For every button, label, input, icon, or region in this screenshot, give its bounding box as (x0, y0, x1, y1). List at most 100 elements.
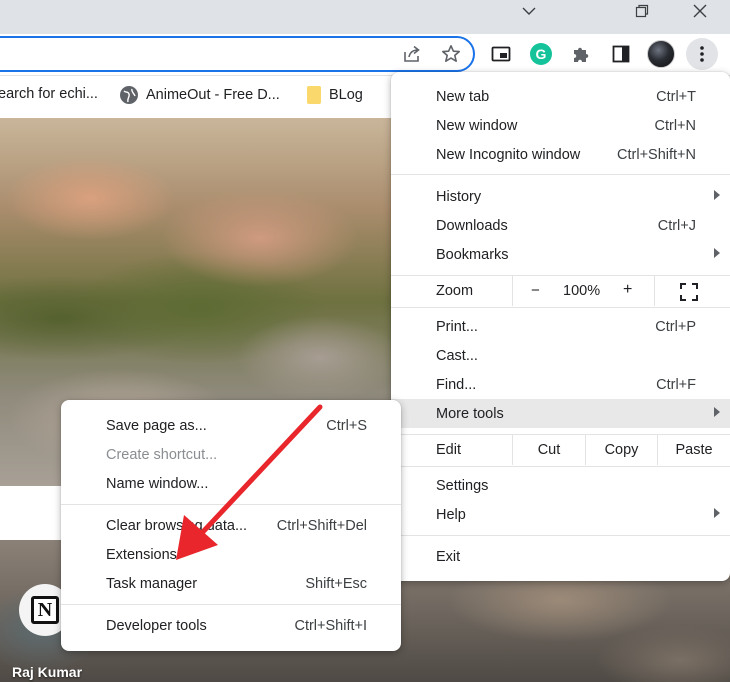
menu-item-shortcut: Ctrl+F (656, 376, 696, 393)
side-panel-icon[interactable] (607, 40, 635, 68)
restore-icon[interactable] (619, 0, 665, 22)
submenu-item-label: Extensions (106, 547, 177, 563)
bookmark-label: BLog (329, 87, 363, 103)
menu-item-label: Downloads (436, 217, 508, 234)
copy-button[interactable]: Copy (585, 435, 657, 465)
menu-separator (391, 466, 730, 467)
submenu-item-extensions[interactable]: Extensions (61, 541, 401, 569)
copy-label: Copy (604, 442, 639, 458)
more-tools-submenu: Save page as... Ctrl+S Create shortcut..… (61, 400, 401, 651)
chevron-down-icon[interactable] (506, 0, 552, 22)
zoom-row: Zoom − 100% + (391, 276, 730, 306)
photo-credit[interactable]: Raj Kumar (12, 664, 82, 680)
submenu-item-create-shortcut: Create shortcut... (61, 441, 401, 469)
menu-item-shortcut: Ctrl+Shift+N (617, 146, 696, 163)
submenu-item-label: Developer tools (106, 618, 207, 634)
chrome-menu-button[interactable] (686, 38, 718, 70)
menu-item-more-tools[interactable]: More tools (391, 399, 730, 428)
menu-item-shortcut: Ctrl+T (656, 88, 696, 105)
cut-button[interactable]: Cut (512, 435, 585, 465)
zoom-out-button[interactable]: − (531, 282, 540, 299)
submenu-item-shortcut: Ctrl+Shift+Del (276, 518, 367, 534)
menu-item-label: Cast... (436, 347, 478, 364)
menu-item-label: Exit (436, 548, 461, 565)
paste-label: Paste (675, 442, 713, 458)
close-icon[interactable] (677, 0, 723, 22)
zoom-value: 100% (563, 283, 601, 299)
menu-item-label: Bookmarks (436, 246, 509, 263)
menu-separator (391, 174, 730, 175)
submenu-item-task-manager[interactable]: Task manager Shift+Esc (61, 570, 401, 598)
chevron-right-icon (714, 190, 720, 200)
avatar-button[interactable] (647, 40, 675, 68)
globe-icon (120, 86, 138, 104)
paste-button[interactable]: Paste (657, 435, 730, 465)
bookmark-folder[interactable]: BLog (307, 86, 363, 104)
cut-label: Cut (537, 442, 561, 458)
folder-icon (307, 86, 321, 104)
chevron-right-icon (714, 248, 720, 258)
zoom-in-button[interactable]: + (623, 281, 632, 299)
submenu-item-clear-browsing-data[interactable]: Clear browsing data... Ctrl+Shift+Del (61, 512, 401, 540)
submenu-item-label: Name window... (106, 476, 209, 492)
menu-item-history[interactable]: History (391, 182, 730, 211)
grammarly-icon[interactable]: G (527, 40, 555, 68)
menu-item-shortcut: Ctrl+P (655, 318, 696, 335)
edit-label: Edit (436, 442, 461, 458)
more-vert-icon (700, 46, 704, 62)
submenu-item-label: Save page as... (106, 418, 207, 434)
bookmark-item[interactable]: earch for echi... (0, 86, 98, 102)
menu-item-new-window[interactable]: New window Ctrl+N (391, 111, 730, 140)
menu-item-shortcut: Ctrl+J (657, 217, 696, 234)
notion-letter: N (31, 596, 59, 624)
menu-item-find[interactable]: Find... Ctrl+F (391, 370, 730, 399)
menu-item-label: Settings (436, 477, 489, 494)
menu-item-label: Help (436, 506, 466, 523)
menu-item-label: New Incognito window (436, 146, 581, 163)
picture-in-picture-icon[interactable] (487, 40, 515, 68)
share-icon[interactable] (398, 40, 426, 68)
menu-item-label: History (436, 188, 482, 205)
submenu-item-label: Task manager (106, 576, 198, 592)
bookmark-item[interactable]: AnimeOut - Free D... (120, 86, 280, 104)
menu-item-exit[interactable]: Exit (391, 542, 730, 571)
grammarly-letter: G (530, 43, 552, 65)
menu-item-cast[interactable]: Cast... (391, 341, 730, 370)
menu-separator (391, 307, 730, 308)
chrome-main-menu: New tab Ctrl+T New window Ctrl+N New Inc… (391, 72, 730, 581)
menu-item-label: Find... (436, 376, 477, 393)
submenu-item-label: Create shortcut... (106, 447, 218, 463)
bookmark-label: earch for echi... (0, 86, 98, 102)
submenu-item-shortcut: Ctrl+Shift+I (294, 618, 367, 634)
title-bar (0, 0, 730, 34)
zoom-label: Zoom (436, 283, 474, 299)
bookmark-label: AnimeOut - Free D... (146, 87, 280, 103)
menu-item-label: More tools (436, 405, 504, 422)
submenu-item-developer-tools[interactable]: Developer tools Ctrl+Shift+I (61, 612, 401, 640)
menu-item-help[interactable]: Help (391, 500, 730, 529)
star-icon[interactable] (437, 40, 465, 68)
menu-item-label: Print... (436, 318, 478, 335)
submenu-item-label: Clear browsing data... (106, 518, 248, 534)
submenu-item-save-page[interactable]: Save page as... Ctrl+S (61, 412, 401, 440)
menu-separator (61, 604, 401, 605)
menu-item-downloads[interactable]: Downloads Ctrl+J (391, 211, 730, 240)
submenu-item-shortcut: Shift+Esc (305, 576, 367, 592)
chevron-right-icon (714, 508, 720, 518)
menu-item-label: New tab (436, 88, 490, 105)
submenu-item-shortcut: Ctrl+S (326, 418, 367, 434)
menu-item-new-tab[interactable]: New tab Ctrl+T (391, 82, 730, 111)
menu-item-shortcut: Ctrl+N (654, 117, 697, 134)
menu-item-bookmarks[interactable]: Bookmarks (391, 240, 730, 269)
edit-row: Edit Cut Copy Paste (391, 435, 730, 465)
menu-item-new-incognito[interactable]: New Incognito window Ctrl+Shift+N (391, 140, 730, 169)
submenu-item-name-window[interactable]: Name window... (61, 470, 401, 498)
fullscreen-icon[interactable] (680, 283, 698, 301)
menu-separator (61, 504, 401, 505)
menu-item-label: New window (436, 117, 518, 134)
menu-item-print[interactable]: Print... Ctrl+P (391, 312, 730, 341)
avatar (647, 40, 675, 68)
puzzle-extensions-icon[interactable] (567, 40, 595, 68)
toolbar: G (0, 34, 730, 76)
menu-item-settings[interactable]: Settings (391, 471, 730, 500)
